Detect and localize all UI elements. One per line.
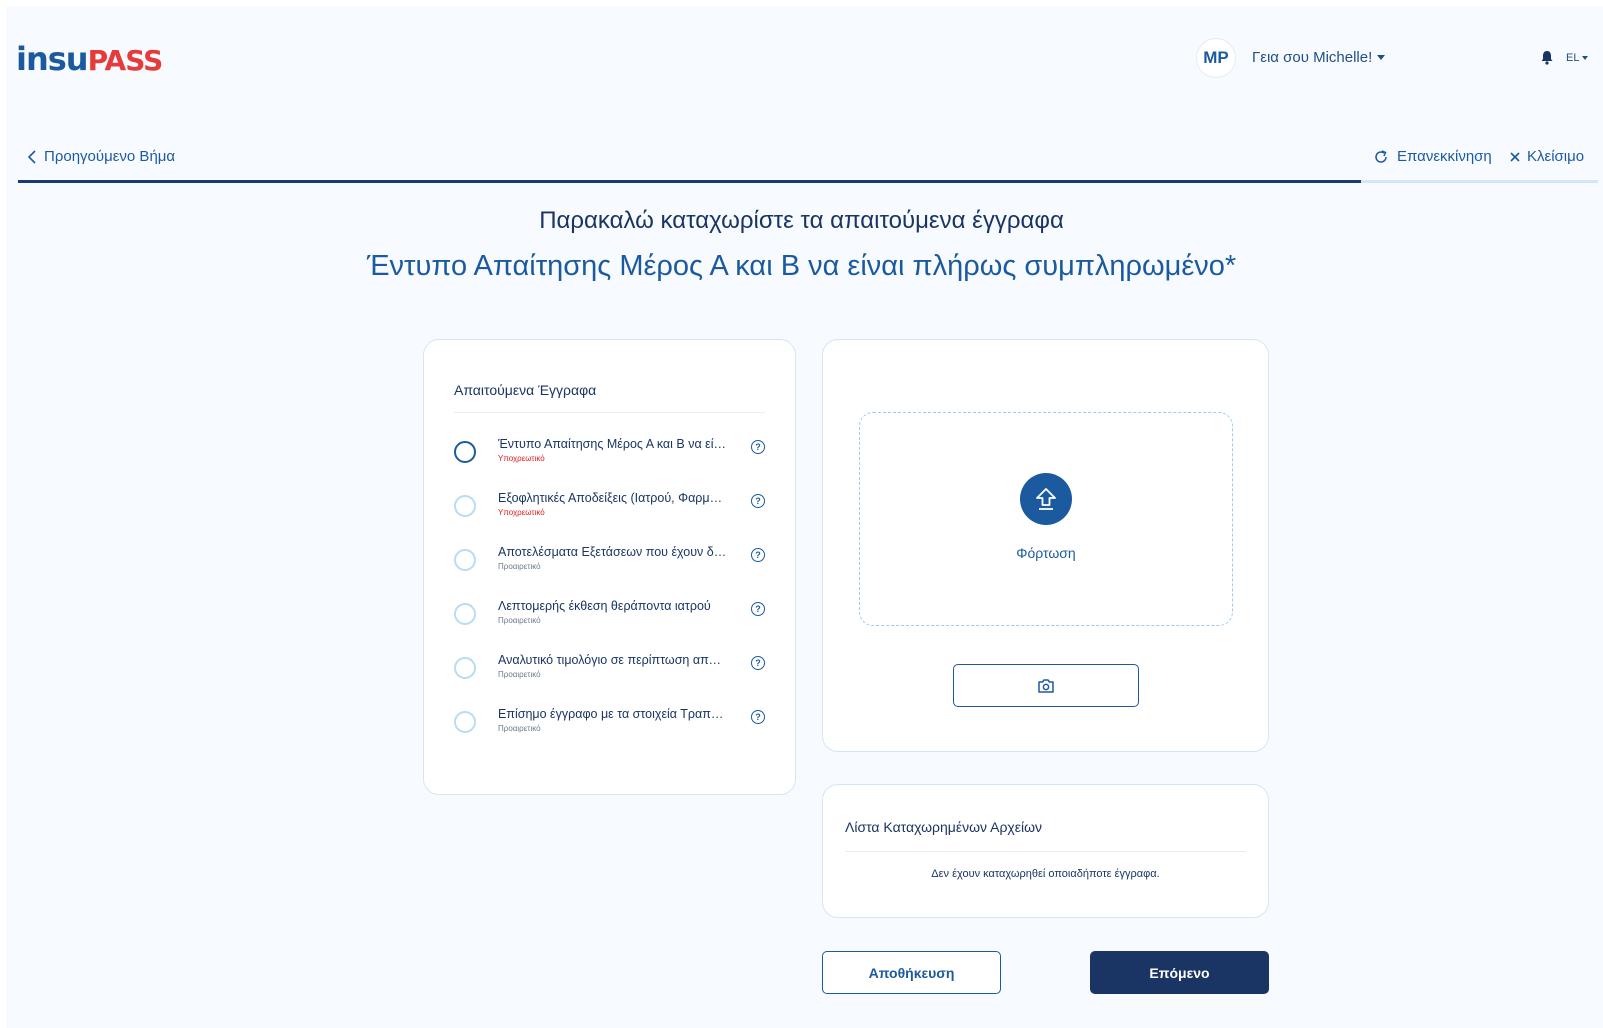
- camera-icon: [1038, 678, 1054, 693]
- document-name: Επίσημο έγγραφο με τα στοιχεία Τραπεζικο…: [498, 707, 728, 721]
- help-icon[interactable]: ?: [751, 656, 765, 670]
- logo-part-insu: insu: [16, 40, 89, 78]
- save-button[interactable]: Αποθήκευση: [822, 951, 1001, 994]
- file-dropzone[interactable]: Φόρτωση: [859, 412, 1233, 626]
- required-documents-list: Έντυπο Απαίτησης Μέρος Α και Β να είνα..…: [454, 437, 765, 739]
- empty-files-message: Δεν έχουν καταχωρηθεί οποιαδήποτε έγγραφ…: [931, 868, 1160, 880]
- document-name: Λεπτομερής έκθεση θεράποντα ιατρού: [498, 599, 711, 613]
- restart-button[interactable]: Επανεκκίνηση: [1373, 148, 1492, 165]
- help-icon[interactable]: ?: [751, 710, 765, 724]
- logo-part-pass: PASS: [87, 44, 164, 77]
- camera-button[interactable]: [953, 664, 1139, 707]
- previous-step-link[interactable]: Προηγούμενο Βήμα: [28, 148, 175, 165]
- close-button[interactable]: Κλείσιμο: [1509, 148, 1584, 165]
- close-label: Κλείσιμο: [1527, 148, 1585, 165]
- help-icon[interactable]: ?: [751, 494, 765, 508]
- page: [6, 6, 1603, 1028]
- radio-button[interactable]: [454, 495, 476, 517]
- radio-button[interactable]: [454, 441, 476, 463]
- document-name: Αναλυτικό τιμολόγιο σε περίπτωση απαιτη.…: [498, 653, 728, 667]
- progress-bar: [18, 180, 1598, 183]
- required-documents-heading: Απαιτούμενα Έγγραφα: [454, 370, 765, 413]
- help-icon[interactable]: ?: [751, 440, 765, 454]
- document-status: Υποχρεωτικό: [498, 508, 545, 517]
- document-name: Αποτελέσματα Εξετάσεων που έχουν διενε..…: [498, 545, 728, 559]
- chevron-down-icon: [1582, 56, 1589, 60]
- document-status: Προαιρετικό: [498, 670, 541, 679]
- document-item[interactable]: Επίσημο έγγραφο με τα στοιχεία Τραπεζικο…: [454, 707, 765, 739]
- bell-icon[interactable]: [1540, 50, 1554, 65]
- help-icon[interactable]: ?: [751, 548, 765, 562]
- upload-button[interactable]: [1020, 473, 1072, 525]
- radio-button[interactable]: [454, 711, 476, 733]
- refresh-icon: [1375, 149, 1387, 163]
- help-icon[interactable]: ?: [751, 602, 765, 616]
- page-title: Παρακαλώ καταχωρίστε τα απαιτούμενα έγγρ…: [539, 207, 1064, 234]
- document-item[interactable]: Έντυπο Απαίτησης Μέρος Α και Β να είνα..…: [454, 437, 765, 469]
- document-item[interactable]: Αποτελέσματα Εξετάσεων που έχουν διενε..…: [454, 545, 765, 577]
- progress-bar-fill: [18, 180, 1361, 183]
- radio-button[interactable]: [454, 603, 476, 625]
- upload-card: Φόρτωση: [822, 339, 1269, 752]
- required-documents-card: Απαιτούμενα Έγγραφα Έντυπο Απαίτησης Μέρ…: [423, 339, 796, 795]
- upload-arrow-icon: [1036, 488, 1056, 510]
- document-name: Έντυπο Απαίτησης Μέρος Α και Β να είνα..…: [498, 437, 728, 451]
- document-name: Εξοφλητικές Αποδείξεις (Ιατρού, Φαρμακεί…: [498, 491, 728, 505]
- current-document-title: Έντυπο Απαίτησης Μέρος Α και Β να είναι …: [366, 250, 1237, 282]
- registered-files-card: Λίστα Καταχωρημένων Αρχείων Δεν έχουν κα…: [822, 784, 1269, 918]
- upload-label: Φόρτωση: [1016, 545, 1076, 561]
- restart-label: Επανεκκίνηση: [1397, 148, 1492, 165]
- language-selector[interactable]: EL: [1566, 52, 1589, 64]
- greeting-text: Γεια σου Michelle!: [1252, 49, 1373, 66]
- next-button[interactable]: Επόμενο: [1090, 951, 1269, 994]
- avatar[interactable]: MP: [1196, 38, 1236, 78]
- registered-files-heading: Λίστα Καταχωρημένων Αρχείων: [845, 785, 1246, 852]
- previous-step-label: Προηγούμενο Βήμα: [44, 148, 176, 165]
- radio-button[interactable]: [454, 657, 476, 679]
- chevron-left-icon: [28, 149, 36, 164]
- user-menu-toggle[interactable]: Γεια σου Michelle!: [1252, 49, 1386, 66]
- language-code: EL: [1566, 52, 1580, 64]
- document-status: Προαιρετικό: [498, 616, 541, 625]
- document-status: Προαιρετικό: [498, 562, 541, 571]
- chevron-down-icon: [1377, 55, 1386, 60]
- document-status: Υποχρεωτικό: [498, 454, 545, 463]
- insupass-logo[interactable]: insuPASS: [16, 40, 164, 78]
- close-icon: [1510, 151, 1520, 162]
- document-item[interactable]: Εξοφλητικές Αποδείξεις (Ιατρού, Φαρμακεί…: [454, 491, 765, 523]
- radio-button[interactable]: [454, 549, 476, 571]
- document-item[interactable]: Λεπτομερής έκθεση θεράποντα ιατρού Προαι…: [454, 599, 765, 631]
- document-status: Προαιρετικό: [498, 724, 541, 733]
- document-item[interactable]: Αναλυτικό τιμολόγιο σε περίπτωση απαιτη.…: [454, 653, 765, 685]
